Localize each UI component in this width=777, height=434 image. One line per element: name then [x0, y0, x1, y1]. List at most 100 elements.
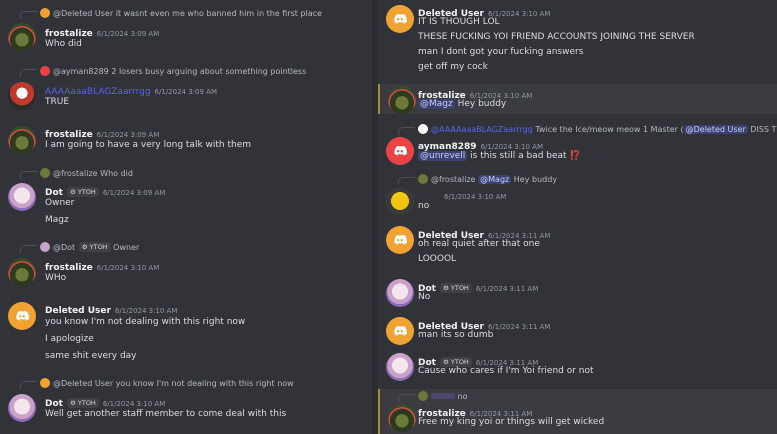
message[interactable]: frostalize 6/1/2024 3:09 AM I am going to…: [0, 124, 372, 156]
message-line: man I dont got your fucking answers: [418, 47, 584, 57]
message-line: LOOOOL: [418, 254, 457, 264]
left-chat-panel: @Deleted User it wasnt even me who banne…: [0, 0, 372, 434]
reply-avatar-icon: [418, 391, 428, 401]
message[interactable]: @ayman8289 2 losers busy arguing about s…: [0, 66, 372, 114]
avatar[interactable]: [8, 183, 36, 211]
message-line: TRUE: [45, 97, 70, 107]
reply-author: @Dot: [53, 243, 76, 252]
avatar[interactable]: [386, 137, 414, 165]
reply-preview[interactable]: @frostalize @Magz Hey buddy: [386, 174, 557, 186]
timestamp: 6/1/2024 3:11 AM: [487, 323, 551, 331]
message[interactable]: Dot ⚙ YTOH 6/1/2024 3:11 AM No: [378, 278, 777, 308]
reply-avatar-icon: [40, 168, 50, 178]
avatar[interactable]: [386, 226, 414, 254]
reply-avatar-icon: [40, 8, 50, 18]
message-line: No: [418, 292, 431, 302]
avatar[interactable]: [388, 86, 416, 114]
author-name[interactable]: Deleted User: [45, 306, 111, 316]
message-line: Well get another staff member to come de…: [45, 409, 287, 419]
message[interactable]: Deleted User 6/1/2024 3:11 AM man its so …: [378, 316, 777, 346]
message[interactable]: @Deleted User you know I'm not dealing w…: [0, 378, 372, 426]
avatar[interactable]: [8, 394, 36, 422]
message-line: I am going to have a very long talk with…: [45, 140, 252, 150]
message-line: THESE FUCKING YOI FRIEND ACCOUNTS JOININ…: [418, 32, 695, 42]
message-line: @unrevell is this still a bad beat ⁉️: [418, 151, 581, 161]
reply-text: Who did: [100, 169, 133, 178]
message[interactable]: Deleted User 6/1/2024 3:10 AM IT IS THOUG…: [378, 2, 777, 76]
reply-preview[interactable]: @ayman8289 2 losers busy arguing about s…: [8, 66, 306, 78]
reply-author: @frostalize: [431, 175, 476, 184]
reply-mention: @Deleted User: [683, 125, 748, 134]
message-line: you know I'm not dealing with this right…: [45, 317, 246, 327]
discord-logo-icon: [392, 232, 408, 248]
message-line: man its so dumb: [418, 330, 494, 340]
message[interactable]: @Dot ⚙ YTOH Owner frostalize 6/1/2024 3:1…: [0, 242, 372, 288]
reply-author: @Deleted User: [53, 379, 114, 388]
reply-preview[interactable]: @Deleted User it wasnt even me who banne…: [8, 8, 322, 20]
timestamp: 6/1/2024 3:09 AM: [154, 88, 217, 96]
avatar[interactable]: [8, 82, 36, 110]
exclamation-question-emoji: ⁉️: [569, 151, 581, 161]
guild-tag: ⚙ YTOH: [66, 398, 99, 408]
avatar[interactable]: [8, 23, 36, 51]
avatar[interactable]: [386, 317, 414, 345]
message[interactable]: @Deleted User it wasnt even me who banne…: [0, 6, 372, 54]
discord-logo-icon: [392, 143, 408, 159]
message-line: Who did: [45, 39, 82, 49]
avatar[interactable]: [386, 187, 414, 215]
reply-text: it wasnt even me who banned him in the f…: [115, 9, 322, 18]
reply-text: Twice the Ice/meow meow 1 Master (: [535, 125, 684, 134]
timestamp: 6/1/2024 3:09 AM: [96, 131, 160, 139]
message-line: IT IS THOUGH LOL: [418, 17, 500, 27]
reply-preview[interactable]: @AAAAaaaBLAGZaarrrgg Twice the Ice/meow …: [386, 123, 777, 135]
message-line: Magz: [45, 215, 69, 225]
timestamp: 6/1/2024 3:09 AM: [96, 30, 160, 38]
discord-logo-icon: [392, 323, 408, 339]
message-line: get off my cock: [418, 62, 488, 72]
message-line: Cause who cares if I'm Yoi friend or not: [418, 366, 594, 376]
reply-avatar-icon: [40, 378, 50, 388]
reply-mention: @Magz: [478, 175, 512, 184]
message[interactable]: Deleted User 6/1/2024 3:10 AM you know I'…: [0, 300, 372, 366]
reply-author: @Deleted User: [53, 9, 114, 18]
avatar[interactable]: [8, 126, 36, 154]
timestamp: 6/1/2024 3:11 AM: [475, 285, 539, 293]
reply-text: Owner: [113, 243, 140, 252]
timestamp: 6/1/2024 3:10 AM: [102, 400, 166, 408]
discord-logo-icon: [14, 308, 30, 324]
message[interactable]: @frostalize @Magz Hey buddy 6/1/2024 3:1…: [378, 174, 777, 215]
avatar[interactable]: [386, 5, 414, 33]
guild-tag: ⚙ YTOH: [78, 242, 111, 252]
message[interactable]: @frostalize Who did Dot ⚙ YTOH 6/1/2024 3:…: [0, 168, 372, 230]
reply-preview[interactable]: @Deleted User you know I'm not dealing w…: [8, 378, 294, 390]
avatar[interactable]: [388, 404, 416, 432]
avatar[interactable]: [8, 258, 36, 286]
reply-avatar-icon: [40, 66, 50, 76]
user-mention[interactable]: @unrevell: [418, 151, 468, 161]
reply-author: @ayman8289: [53, 67, 109, 76]
message-line: Free my king yoi or things will get wick…: [418, 417, 605, 427]
reply-author: @frostalize: [53, 169, 98, 178]
message[interactable]: @AAAAaaaBLAGZaarrrgg Twice the Ice/meow …: [378, 122, 777, 166]
user-mention[interactable]: @Magz: [418, 99, 455, 109]
reply-author-redacted: [431, 393, 455, 399]
discord-logo-icon: [392, 11, 408, 27]
message-line: WHo: [45, 273, 67, 283]
message-line: Owner: [45, 198, 75, 208]
reply-text: 2 losers busy arguing about something po…: [111, 67, 307, 76]
message[interactable]: Deleted User 6/1/2024 3:11 AM oh real qui…: [378, 224, 777, 266]
avatar[interactable]: [386, 353, 414, 381]
message[interactable]: Dot ⚙ YTOH 6/1/2024 3:11 AM Cause who care…: [378, 352, 777, 382]
reply-avatar-icon: [40, 242, 50, 252]
reply-text: you know I'm not dealing with this right…: [115, 379, 294, 388]
reply-preview[interactable]: @Dot ⚙ YTOH Owner: [8, 242, 139, 254]
avatar[interactable]: [8, 302, 36, 330]
timestamp: 6/1/2024 3:10 AM: [114, 307, 178, 315]
reply-preview[interactable]: no: [386, 391, 468, 403]
message[interactable]: frostalize 6/1/2024 3:10 AM @Magz Hey bud…: [378, 84, 777, 114]
avatar[interactable]: [386, 279, 414, 307]
message-line: no: [418, 201, 430, 211]
message[interactable]: no frostalize 6/1/2024 3:11 AM Free my ki…: [378, 389, 777, 434]
right-chat-panel: Deleted User 6/1/2024 3:10 AM IT IS THOUG…: [378, 0, 777, 434]
reply-preview[interactable]: @frostalize Who did: [8, 168, 133, 180]
